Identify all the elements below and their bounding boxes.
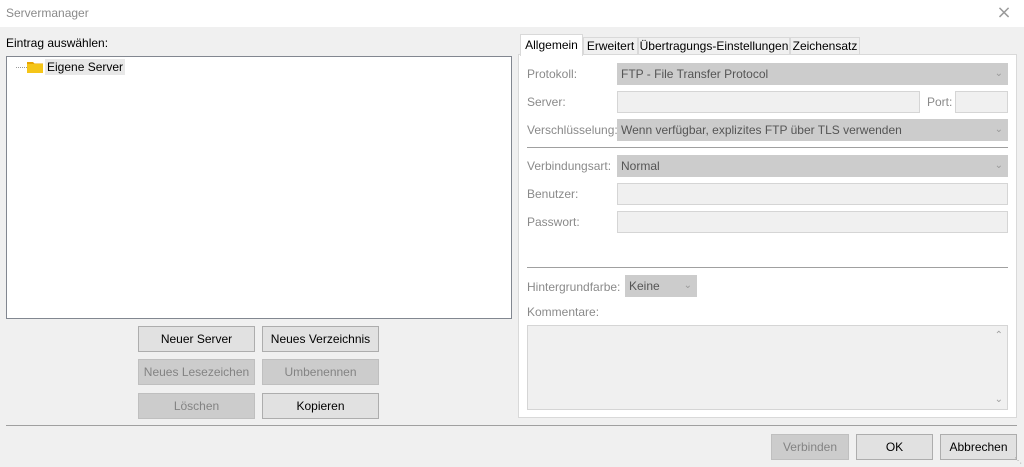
rename-button[interactable]: Umbenennen xyxy=(262,359,379,385)
tree-item-own-servers[interactable]: Eigene Server xyxy=(45,59,126,75)
window-title: Servermanager xyxy=(6,6,89,20)
background-color-value: Keine xyxy=(629,279,660,293)
protocol-value: FTP - File Transfer Protocol xyxy=(621,67,769,81)
new-bookmark-button[interactable]: Neues Lesezeichen xyxy=(138,359,255,385)
port-label: Port: xyxy=(927,95,953,109)
protocol-label: Protokoll: xyxy=(527,67,578,81)
chevron-down-icon: ⌄ xyxy=(994,68,1003,79)
password-input[interactable] xyxy=(617,211,1008,233)
password-label: Passwort: xyxy=(527,215,580,229)
user-label: Benutzer: xyxy=(527,187,579,201)
close-icon[interactable]: × xyxy=(994,2,1014,23)
section-divider xyxy=(527,147,1008,148)
encryption-value: Wenn verfügbar, explizites FTP über TLS … xyxy=(621,123,902,137)
scroll-up-icon[interactable]: ⌃ xyxy=(995,330,1003,341)
server-label: Server: xyxy=(527,95,566,109)
copy-button[interactable]: Kopieren xyxy=(262,393,379,419)
tab-general[interactable]: Allgemein xyxy=(520,34,583,56)
background-color-select[interactable]: Keine ⌄ xyxy=(625,275,697,297)
logon-type-value: Normal xyxy=(621,159,660,173)
section-divider xyxy=(527,267,1008,268)
user-input[interactable] xyxy=(617,183,1008,205)
logon-type-select[interactable]: Normal ⌄ xyxy=(617,155,1008,177)
connect-button[interactable]: Verbinden xyxy=(771,434,849,460)
new-folder-button[interactable]: Neues Verzeichnis xyxy=(262,326,379,352)
cancel-button[interactable]: Abbrechen xyxy=(940,434,1017,460)
ok-button[interactable]: OK xyxy=(856,434,933,460)
footer-divider xyxy=(6,425,1017,426)
background-color-label: Hintergrundfarbe: xyxy=(527,280,621,294)
chevron-down-icon: ⌄ xyxy=(994,124,1003,135)
chevron-down-icon: ⌄ xyxy=(683,280,692,291)
folder-icon xyxy=(27,62,43,73)
encryption-label: Verschlüsselung: xyxy=(527,123,618,137)
resize-grip-icon[interactable]: ⋱ xyxy=(1014,456,1022,465)
comments-textarea[interactable]: ⌃ ⌄ xyxy=(527,325,1008,410)
protocol-select[interactable]: FTP - File Transfer Protocol ⌄ xyxy=(617,63,1008,85)
logon-type-label: Verbindungsart: xyxy=(527,159,612,173)
delete-button[interactable]: Löschen xyxy=(138,393,255,419)
server-input[interactable] xyxy=(617,91,920,113)
scroll-down-icon[interactable]: ⌄ xyxy=(995,394,1003,405)
comments-label: Kommentare: xyxy=(527,305,600,319)
port-input[interactable] xyxy=(955,91,1008,113)
select-entry-label: Eintrag auswählen: xyxy=(6,36,109,50)
server-tree[interactable]: Eigene Server xyxy=(6,56,512,319)
chevron-down-icon: ⌄ xyxy=(994,160,1003,171)
encryption-select[interactable]: Wenn verfügbar, explizites FTP über TLS … xyxy=(617,119,1008,141)
title-bar: Servermanager × xyxy=(0,0,1024,27)
new-server-button[interactable]: Neuer Server xyxy=(138,326,255,352)
